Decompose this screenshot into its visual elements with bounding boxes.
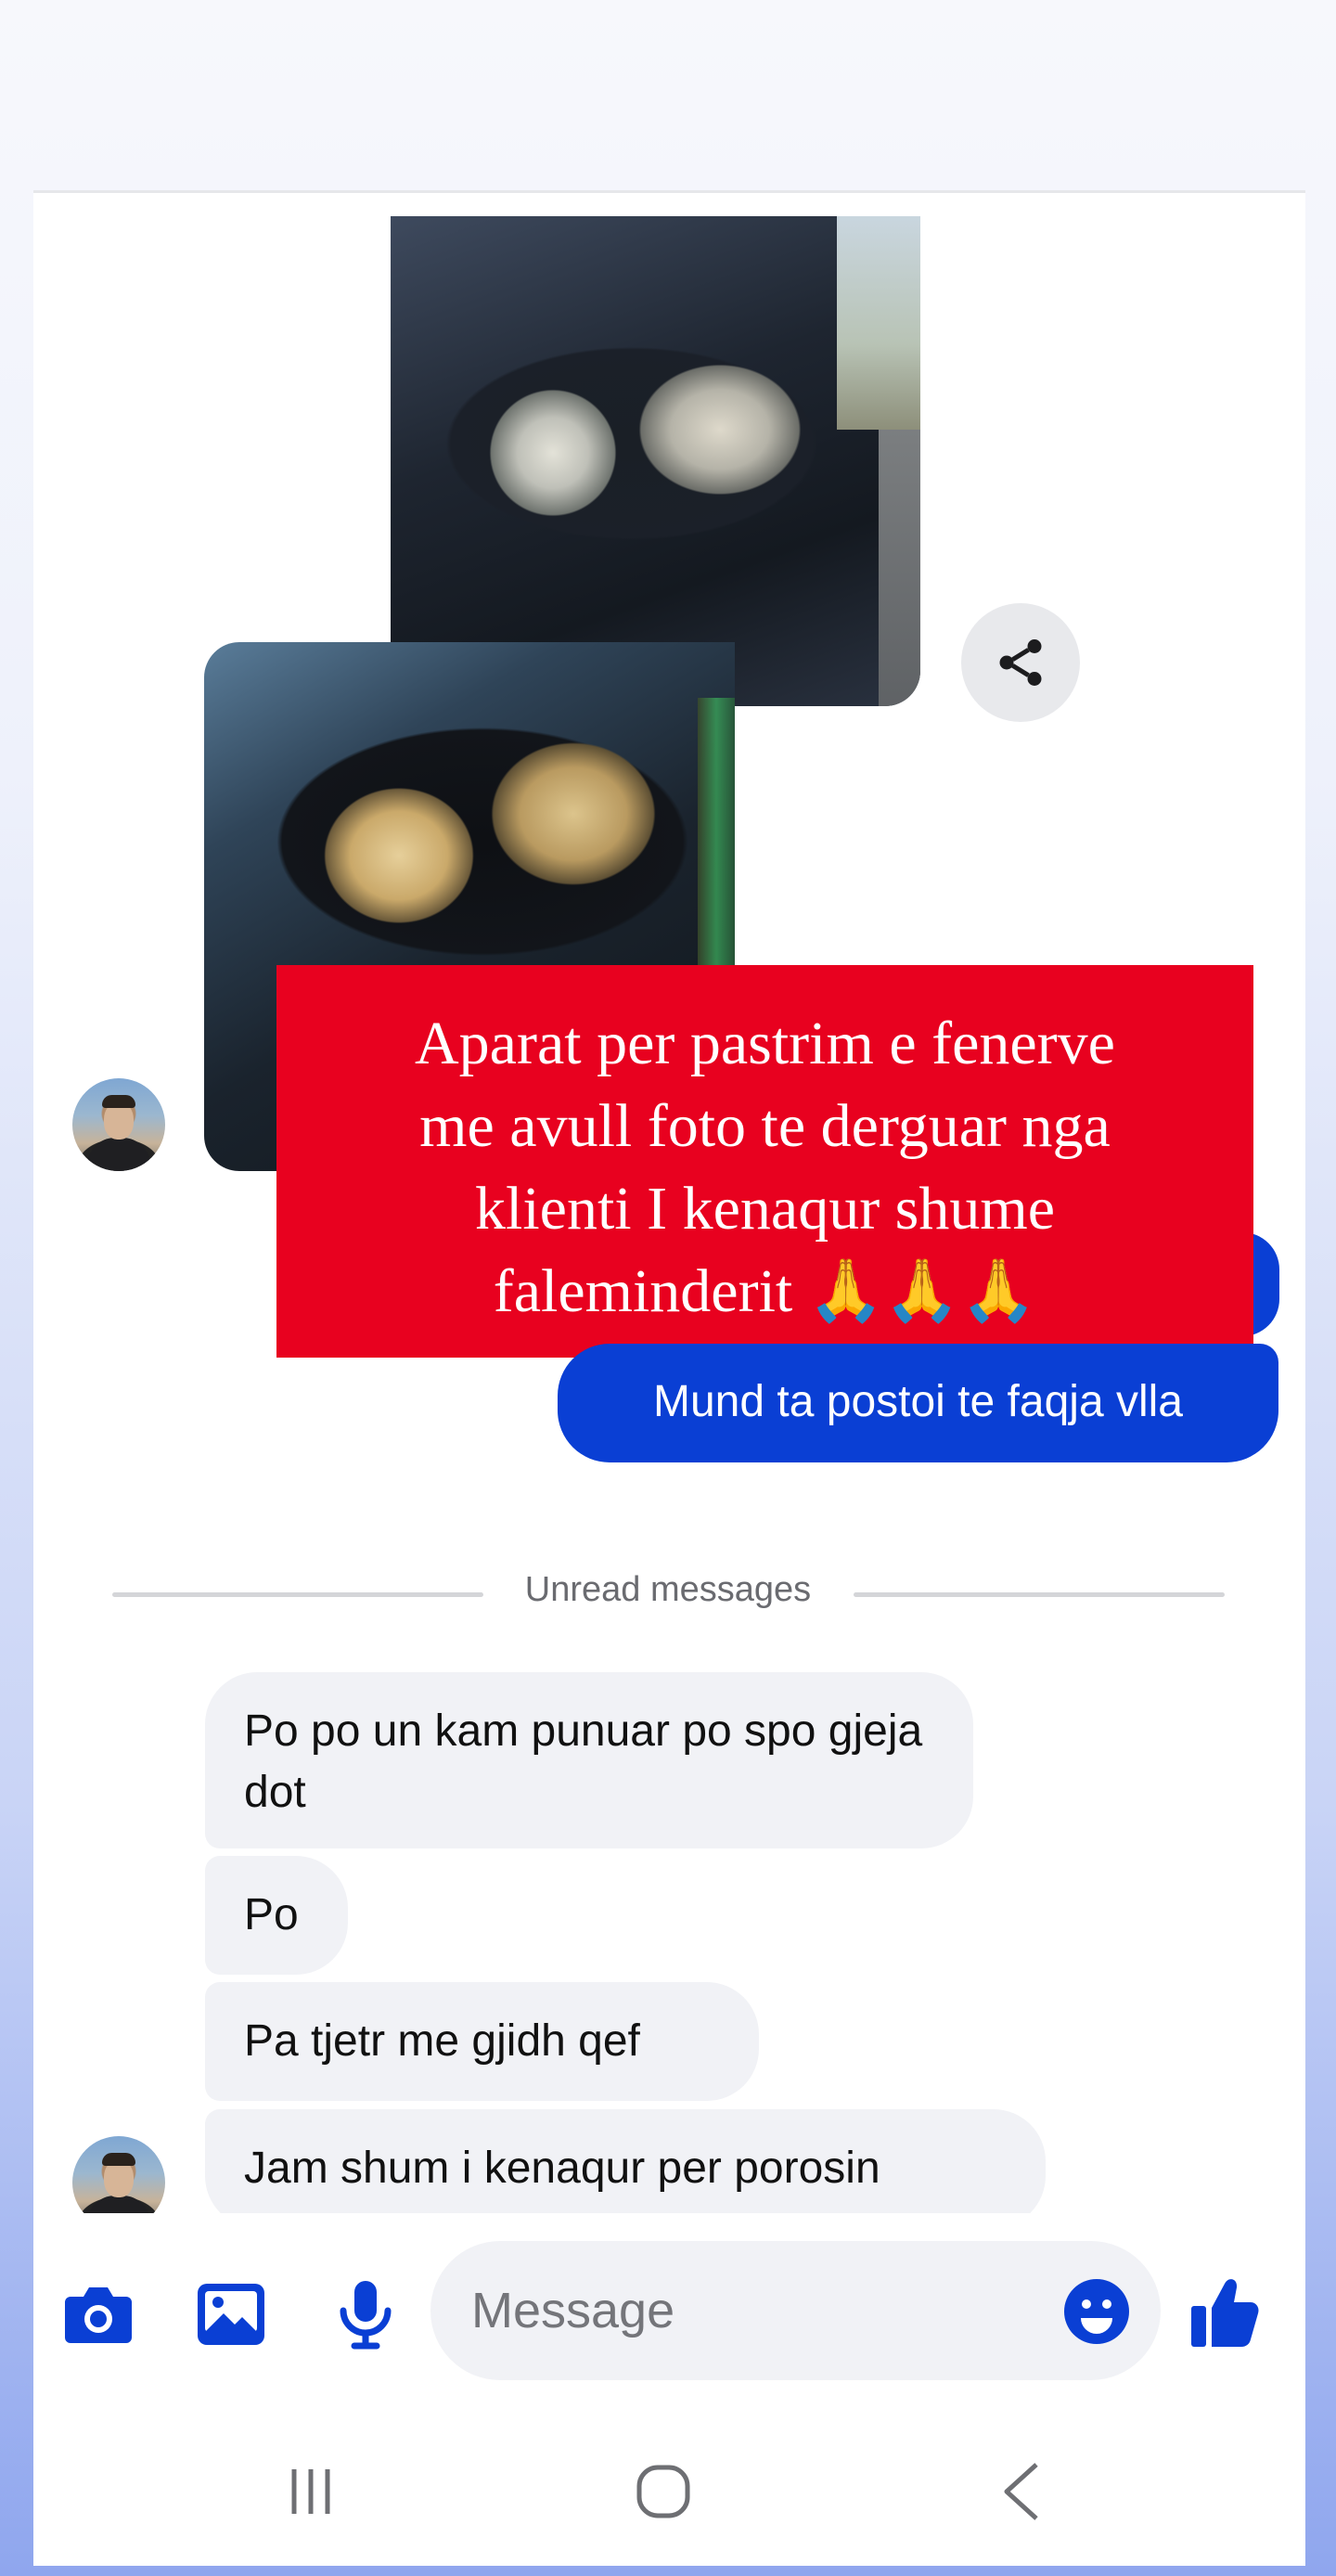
- incoming-message-bubble[interactable]: Po: [205, 1856, 348, 1975]
- message-text: Pa tjetr me gjidh qef: [244, 2016, 640, 2066]
- message-text: Po: [244, 1890, 299, 1939]
- home-icon: [636, 2465, 690, 2518]
- unread-messages-divider: Unread messages: [524, 1570, 812, 1609]
- camera-icon: [65, 2287, 132, 2343]
- gallery-button[interactable]: [190, 2273, 272, 2355]
- image-icon: [198, 2284, 264, 2345]
- overlay-line: klienti I kenaqur shume: [474, 1175, 1055, 1243]
- recent-apps-button[interactable]: [274, 2459, 348, 2524]
- camera-button[interactable]: [58, 2273, 139, 2355]
- emoji-button[interactable]: [1061, 2276, 1132, 2347]
- message-input[interactable]: [471, 2241, 1028, 2380]
- overlay-line: faleminderit 🙏🙏🙏: [493, 1257, 1037, 1325]
- incoming-message-bubble[interactable]: Pa tjetr me gjidh qef: [205, 1982, 759, 2101]
- share-button[interactable]: [961, 603, 1080, 722]
- message-text: Mund ta postoi te faqja vlla: [652, 1376, 1183, 1426]
- photo-background-sky: [837, 216, 920, 430]
- photo-background-road: [879, 430, 920, 706]
- promo-text-overlay: Aparat per pastrim e fenerve me avull fo…: [276, 965, 1253, 1358]
- home-button[interactable]: [626, 2459, 700, 2524]
- incoming-message-bubble[interactable]: Jam shum i kenaqur per porosin: [205, 2109, 1046, 2228]
- microphone-icon: [340, 2281, 392, 2350]
- avatar[interactable]: [72, 1078, 165, 1171]
- message-text: Jam shum i kenaqur per porosin: [244, 2144, 880, 2193]
- recent-apps-icon: [291, 2469, 330, 2514]
- thumbs-up-icon: [1191, 2279, 1259, 2347]
- voice-button[interactable]: [325, 2273, 406, 2355]
- outgoing-message-bubble[interactable]: Mund ta postoi te faqja vlla: [558, 1344, 1278, 1462]
- headlight-photo-after[interactable]: [391, 216, 920, 706]
- like-button[interactable]: [1188, 2270, 1264, 2353]
- share-icon: [999, 639, 1042, 686]
- message-text: Po po un kam punuar po spo gjeja dot: [244, 1707, 923, 1817]
- emoji-icon: [1064, 2279, 1129, 2344]
- message-field[interactable]: [430, 2241, 1161, 2380]
- photo-background-hose: [698, 698, 735, 976]
- back-button[interactable]: [985, 2459, 1060, 2524]
- overlay-line: Aparat per pastrim e fenerve: [415, 1010, 1115, 1077]
- back-icon: [1004, 2463, 1038, 2520]
- overlay-line: me avull foto te derguar nga: [419, 1092, 1111, 1160]
- incoming-message-bubble[interactable]: Po po un kam punuar po spo gjeja dot: [205, 1672, 973, 1848]
